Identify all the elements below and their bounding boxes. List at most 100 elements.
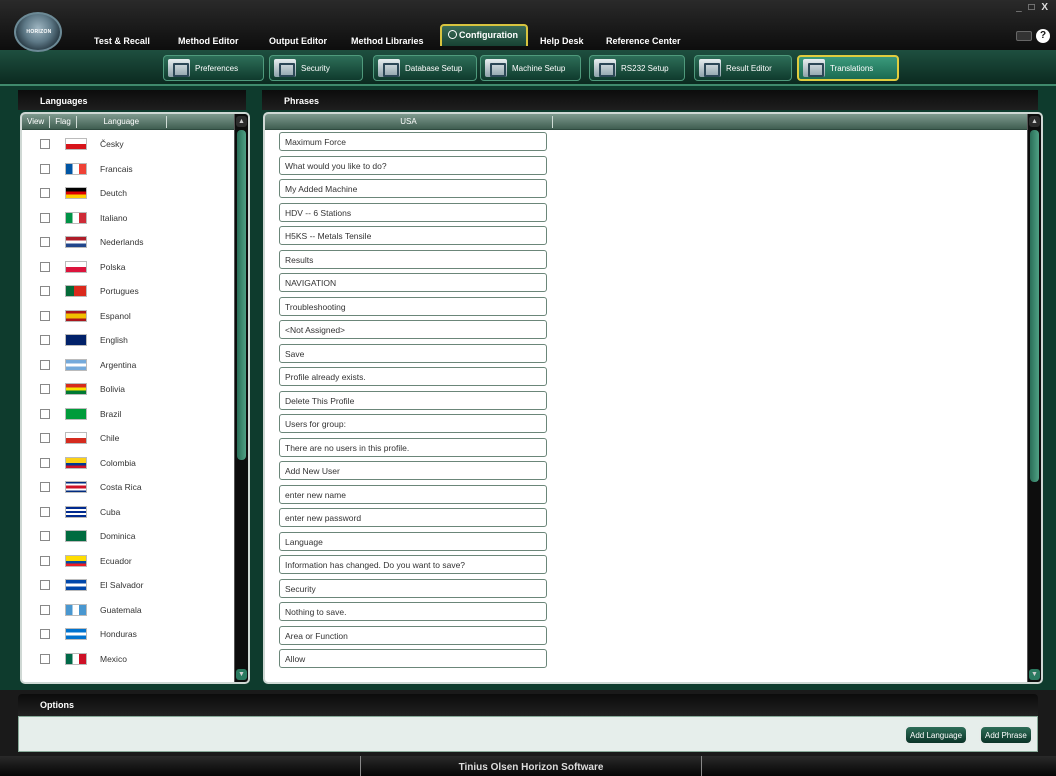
column-flag[interactable]: Flag [50,115,77,128]
column-language[interactable]: Language [77,115,167,128]
machine-setup-button[interactable]: Machine Setup [480,55,581,81]
phrase-field[interactable]: H5KS -- Metals Tensile [279,226,547,245]
menu-method-editor[interactable]: Method Editor [178,36,239,46]
language-row[interactable]: Ecuador [22,549,232,574]
view-checkbox[interactable] [40,237,50,248]
view-checkbox[interactable] [40,335,50,346]
language-row[interactable]: Deutch [22,181,232,206]
view-checkbox[interactable] [40,457,50,468]
view-checkbox[interactable] [40,629,50,640]
languages-scroll-thumb[interactable] [237,130,246,460]
menu-output-editor[interactable]: Output Editor [269,36,327,46]
view-checkbox[interactable] [40,261,50,272]
language-row[interactable]: El Salvador [22,573,232,598]
language-row[interactable]: Colombia [22,451,232,476]
phrase-field[interactable]: My Added Machine [279,179,547,198]
scroll-down-icon[interactable]: ▼ [1029,669,1040,680]
view-checkbox[interactable] [40,604,50,615]
view-checkbox[interactable] [40,139,50,150]
menu-configuration[interactable]: Configuration [440,24,528,46]
add-language-button[interactable]: Add Language [904,725,969,745]
window-controls[interactable]: _ □ X [1016,2,1050,13]
language-row[interactable]: Bolivia [22,377,232,402]
view-checkbox[interactable] [40,408,50,419]
phrase-field[interactable]: Delete This Profile [279,390,547,410]
menu-test-recall[interactable]: Test & Recall [94,36,150,46]
scroll-up-icon[interactable]: ▲ [236,116,247,127]
view-checkbox[interactable] [40,531,50,542]
language-row[interactable]: Polska [22,255,232,280]
view-checkbox[interactable] [40,506,50,517]
menu-reference-center[interactable]: Reference Center [606,36,681,46]
column-view[interactable]: View [22,115,51,128]
view-checkbox[interactable] [40,433,50,444]
phrase-field[interactable]: There are no users in this profile. [279,437,547,457]
view-checkbox[interactable] [40,482,50,493]
preferences-button[interactable]: Preferences [163,55,264,81]
phrase-field[interactable]: Information has changed. Do you want to … [279,555,547,574]
phrase-field[interactable]: Allow [279,649,547,668]
phrases-scroll-thumb[interactable] [1030,130,1039,482]
phrase-field[interactable]: Results [279,249,547,269]
view-checkbox[interactable] [40,580,50,591]
menu-help-desk[interactable]: Help Desk [540,36,584,46]
scroll-up-icon[interactable]: ▲ [1029,116,1040,127]
view-checkbox[interactable] [40,212,50,223]
phrase-field[interactable]: Security [279,578,547,598]
phrase-field[interactable]: HDV -- 6 Stations [279,202,547,222]
phrase-field[interactable]: Save [279,343,547,363]
phrase-field[interactable]: Nothing to save. [279,602,547,621]
language-row[interactable]: Dominica [22,524,232,549]
language-row[interactable]: Espanol [22,304,232,329]
languages-scrollbar[interactable]: ▲ ▼ [234,114,248,682]
language-row[interactable]: Italiano [22,206,232,231]
phrases-scrollbar[interactable]: ▲ ▼ [1027,114,1041,682]
view-checkbox[interactable] [40,359,50,370]
language-row[interactable]: Portugues [22,279,232,304]
language-row[interactable]: Argentina [22,353,232,378]
language-row[interactable]: Costa Rica [22,475,232,500]
flag-icon [65,162,87,175]
phrase-field[interactable]: Maximum Force [279,132,547,151]
column-usa[interactable]: USA [265,115,553,128]
help-icon[interactable]: ? [1036,29,1050,43]
translations-button[interactable]: Translations [797,55,899,81]
language-row[interactable]: English [22,328,232,353]
language-row[interactable]: Cuba [22,500,232,525]
view-checkbox[interactable] [40,163,50,174]
phrase-field[interactable]: Add New User [279,461,547,480]
language-row[interactable]: Honduras [22,622,232,647]
phrase-field[interactable]: What would you like to do? [279,155,547,175]
phrase-field[interactable]: NAVIGATION [279,273,547,292]
keyboard-icon[interactable] [1016,31,1032,41]
scroll-down-icon[interactable]: ▼ [236,669,247,680]
result-editor-button[interactable]: Result Editor [694,55,792,81]
view-checkbox[interactable] [40,188,50,199]
language-row[interactable]: Chile [22,426,232,451]
language-row[interactable]: Brazil [22,402,232,427]
phrase-field[interactable]: <Not Assigned> [279,320,547,339]
rs232-setup-button[interactable]: RS232 Setup [589,55,685,81]
phrase-field[interactable]: enter new name [279,484,547,504]
view-checkbox[interactable] [40,555,50,566]
view-checkbox[interactable] [40,286,50,297]
phrase-field[interactable]: Profile already exists. [279,367,547,386]
view-checkbox[interactable] [40,384,50,395]
view-checkbox[interactable] [40,653,50,664]
language-row[interactable]: Francais [22,157,232,182]
language-row[interactable]: Guatemala [22,598,232,623]
language-row[interactable]: Nederlands [22,230,232,255]
view-checkbox[interactable] [40,310,50,321]
phrase-field[interactable]: Troubleshooting [279,296,547,316]
phrase-field[interactable]: Users for group: [279,414,547,433]
language-row[interactable]: Mexico [22,647,232,672]
menu-method-libraries[interactable]: Method Libraries [351,36,424,46]
phrase-field[interactable]: enter new password [279,508,547,527]
security-button[interactable]: Security [269,55,363,81]
phrase-field[interactable]: Area or Function [279,625,547,645]
language-row[interactable]: Česky [22,132,232,157]
database-setup-button[interactable]: Database Setup [373,55,477,81]
phrase-field[interactable]: Language [279,531,547,551]
add-phrase-button[interactable]: Add Phrase [979,725,1033,745]
horizon-logo[interactable]: HORIZON [14,12,62,52]
